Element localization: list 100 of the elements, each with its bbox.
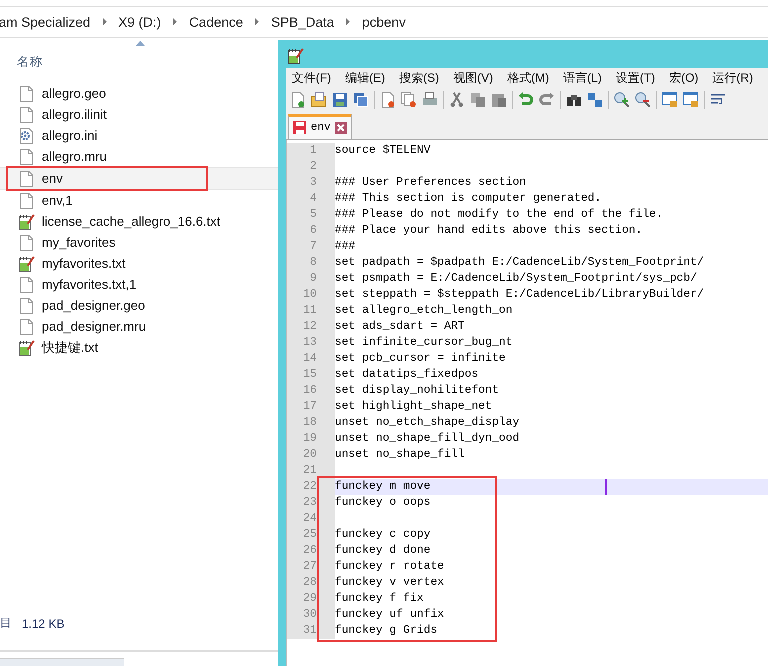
line-number: 26 (287, 543, 335, 559)
menu-item[interactable]: 编辑(E) (345, 70, 386, 86)
menu-item[interactable]: 搜索(S) (399, 70, 440, 86)
code-line: unset no_etch_shape_display (335, 417, 520, 429)
breadcrumb-item[interactable]: pcbenv (362, 14, 406, 30)
line-number: 18 (287, 415, 335, 431)
code-line: funckey f fix (335, 593, 424, 605)
code-line: ### This section is computer generated. (335, 193, 602, 205)
line-number: 11 (287, 303, 335, 319)
file-icon (19, 234, 35, 250)
line-number: 2 (287, 159, 335, 175)
chevron-right-icon (254, 18, 260, 26)
line-number: 7 (287, 239, 335, 255)
file-row[interactable]: myfavorites.txt,1 (0, 274, 278, 295)
file-row[interactable]: myfavorites.txt (0, 253, 278, 274)
menu-item[interactable]: 语言(L) (563, 70, 602, 86)
notepad-file-icon (19, 340, 35, 356)
text-caret (605, 479, 607, 495)
sort-up-icon (136, 41, 145, 46)
code-line: funckey g Grids (335, 625, 438, 637)
breadcrumb-item[interactable]: X9 (D:) (118, 14, 162, 30)
find-icon[interactable] (566, 92, 582, 108)
file-row[interactable]: my_favorites (0, 232, 278, 253)
code-line: ### (335, 241, 356, 253)
save-all-icon[interactable] (353, 92, 369, 108)
file-row[interactable]: allegro.ilinit (0, 104, 278, 125)
line-number: 22 (287, 479, 335, 495)
file-row[interactable]: allegro.ini (0, 125, 278, 146)
open-folder-icon[interactable] (311, 92, 327, 108)
zoom-in-icon[interactable] (614, 92, 630, 108)
breadcrumb-item[interactable]: SPB_Data (271, 14, 334, 30)
line-number: 25 (287, 527, 335, 543)
code-line: set steppath = $steppath E:/CadenceLib/LibraryBuilder/ (335, 289, 704, 301)
menu-item[interactable]: 文件(F) (292, 70, 332, 86)
name-column-header[interactable]: 名称 (17, 54, 43, 71)
zoom-out-icon[interactable] (635, 92, 651, 108)
file-icon (19, 192, 35, 208)
code-line: set padpath = $padpath E:/CadenceLib/System_Footprint/ (335, 257, 704, 269)
line-number: 13 (287, 335, 335, 351)
new-file-icon[interactable] (290, 92, 306, 108)
file-icon (19, 318, 35, 334)
line-number: 6 (287, 223, 335, 239)
code-line: funckey c copy (335, 529, 431, 541)
file-row[interactable]: env,1 (0, 190, 278, 211)
code-line: set allegro_etch_length_on (335, 305, 513, 317)
code-line: set display_nohilitefont (335, 385, 500, 397)
menu-item[interactable]: 设置(T) (616, 70, 656, 86)
line-number: 4 (287, 191, 335, 207)
close-icon[interactable] (334, 122, 347, 134)
menu-item[interactable]: 运行(R) (712, 70, 754, 86)
file-row[interactable]: allegro.mru (0, 146, 278, 167)
menu-item[interactable]: 格式(M) (507, 70, 550, 86)
scrollbar-thumb[interactable] (0, 658, 124, 666)
breadcrumb-item[interactable]: Cadence (189, 14, 244, 30)
line-number: 31 (287, 623, 335, 639)
line-number: 28 (287, 575, 335, 591)
line-number: 10 (287, 287, 335, 303)
paste-icon[interactable] (491, 92, 507, 108)
line-number: 15 (287, 367, 335, 383)
code-line: set highlight_shape_net (335, 401, 492, 413)
code-line: funckey o oops (335, 497, 431, 509)
code-line: set pcb_cursor = infinite (335, 353, 506, 365)
file-size-text: 1.12 KB (22, 616, 65, 630)
file-row[interactable]: env (0, 167, 278, 190)
code-line: set psmpath = E:/CadenceLib/System_Footprint/sys_pcb/ (335, 273, 698, 285)
file-row[interactable]: pad_designer.geo (0, 295, 278, 316)
line-number: 27 (287, 559, 335, 575)
print-icon[interactable] (422, 92, 438, 108)
file-icon (19, 276, 35, 292)
file-row[interactable]: allegro.geo (0, 83, 278, 104)
line-number: 9 (287, 271, 335, 287)
status-text: 目 (0, 615, 12, 632)
close-file-icon[interactable] (380, 92, 396, 108)
undo-icon[interactable] (518, 92, 534, 108)
file-icon (19, 86, 35, 102)
menu-item[interactable]: 宏(O) (669, 70, 699, 86)
chevron-right-icon (102, 18, 108, 26)
line-number: 20 (287, 447, 335, 463)
chevron-right-icon (172, 18, 178, 26)
code-line: set ads_sdart = ART (335, 321, 465, 333)
line-number: 5 (287, 207, 335, 223)
copy-icon[interactable] (470, 92, 486, 108)
line-number: 29 (287, 591, 335, 607)
code-line: set datatips_fixedpos (335, 369, 479, 381)
code-line: unset no_shape_fill (335, 449, 465, 461)
line-number: 19 (287, 431, 335, 447)
file-row[interactable]: license_cache_allegro_16.6.txt (0, 211, 278, 232)
menu-item[interactable]: 视图(V) (453, 70, 494, 86)
code-line: unset no_shape_fill_dyn_ood (335, 433, 520, 445)
code-line: ### User Preferences section (335, 177, 526, 189)
line-number: 24 (287, 511, 335, 527)
file-row[interactable]: 快捷键.txt (0, 337, 278, 358)
close-all-icon[interactable] (401, 92, 417, 108)
file-tab[interactable]: env (288, 114, 352, 139)
redo-icon[interactable] (539, 92, 555, 108)
cut-icon[interactable] (449, 92, 465, 108)
file-row[interactable]: pad_designer.mru (0, 316, 278, 337)
line-number: 8 (287, 255, 335, 271)
file-icon (19, 148, 35, 164)
save-icon[interactable] (332, 92, 348, 108)
